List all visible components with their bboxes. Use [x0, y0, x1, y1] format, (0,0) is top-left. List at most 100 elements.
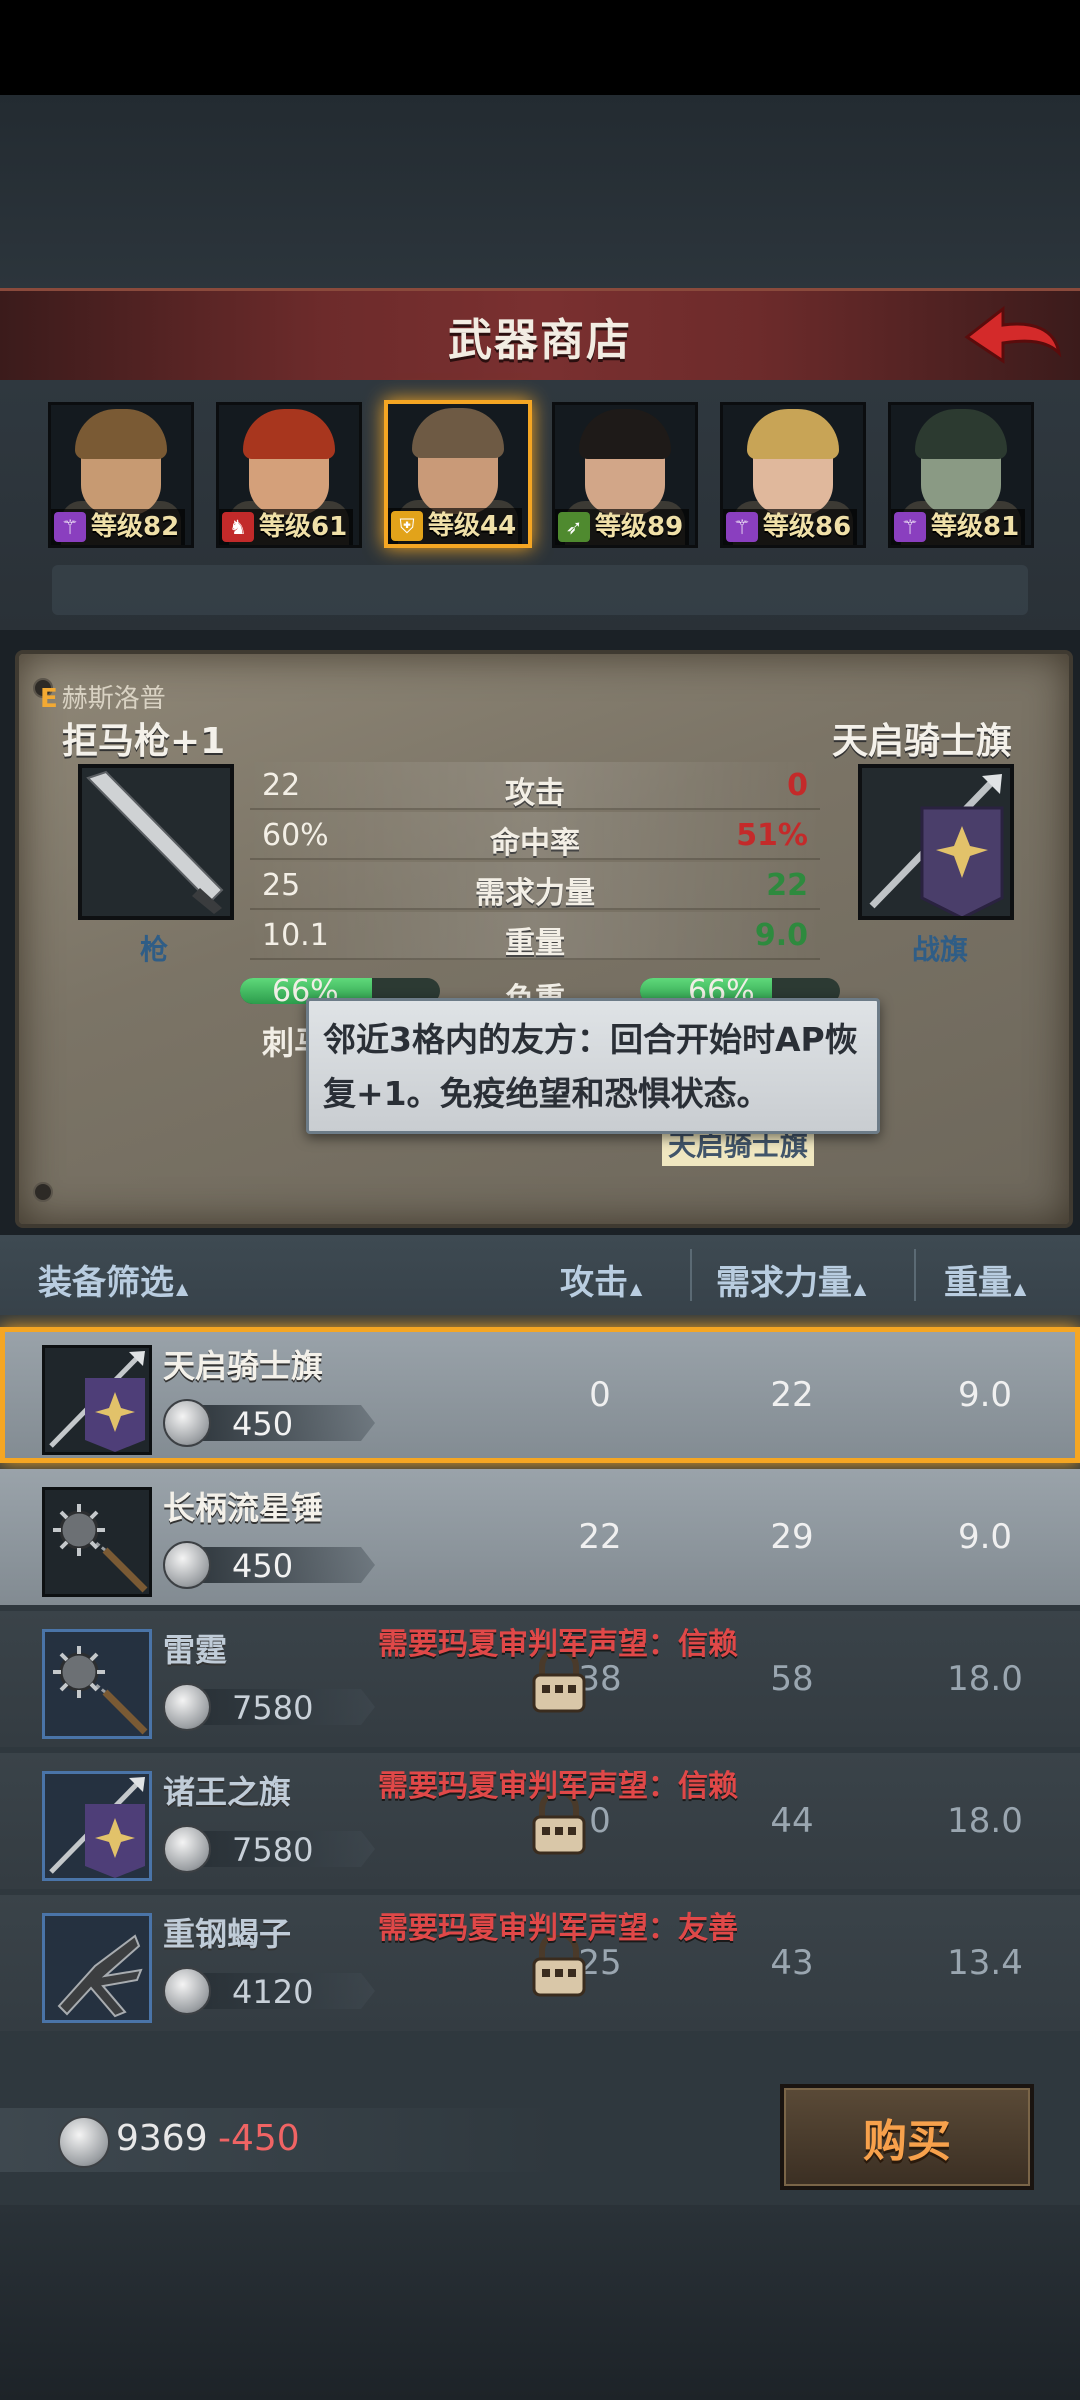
banner-icon: [869, 774, 1004, 920]
item-list[interactable]: 天启骑士旗 450 0 22 9.0 长柄流星锤 450 22 29 9.0 雷霆 7580 38 58 1…: [0, 1315, 1080, 2040]
reputation-requirement: 需要玛夏审判军声望：友善: [378, 1911, 738, 1946]
tooltip-text: 邻近3格内的友方：回合开始时AP恢复+1。免疫绝望和恐惧状态。: [323, 1020, 858, 1113]
item-price: 450: [232, 1547, 294, 1585]
silver-coin-icon: [163, 1683, 211, 1731]
hero-slot[interactable]: ⚚ 等级86: [720, 402, 866, 548]
weight-header[interactable]: 重量 ▲: [944, 1255, 1026, 1304]
spear-icon: [86, 770, 224, 914]
item-strength: 58: [770, 1659, 814, 1699]
item-attack: 0: [589, 1375, 611, 1415]
hero-name-tag: E 赫斯洛普: [40, 678, 166, 715]
item-price: 7580: [232, 1831, 314, 1869]
beast-icon: ♞: [222, 512, 254, 542]
bottom-backdrop: [0, 2205, 1080, 2400]
banner-icon: [45, 1351, 149, 1456]
silver-coin-icon: [163, 1967, 211, 2015]
status-bar: [0, 0, 1080, 95]
item-row[interactable]: 长柄流星锤 450 22 29 9.0: [0, 1469, 1080, 1605]
staff-icon: ⚚: [54, 512, 86, 542]
hero-slot[interactable]: ⚚ 等级82: [48, 402, 194, 548]
stat-right-value: 0: [787, 768, 808, 803]
sort-arrow-icon: ▲: [854, 1279, 867, 1298]
item-price: 450: [232, 1405, 294, 1443]
item-weight: 9.0: [957, 1517, 1013, 1557]
item-thumbnail: [42, 1913, 152, 2023]
item-row[interactable]: 天启骑士旗 450 0 22 9.0: [0, 1327, 1080, 1463]
stat-label: 攻击: [505, 776, 565, 811]
hero-hair: [747, 409, 839, 459]
hero-level: 等级81: [931, 512, 1020, 542]
item-weight: 9.0: [957, 1375, 1013, 1415]
item-row[interactable]: 诸王之旗 7580 0 44 18.0 需要玛夏审判军声望：信赖: [0, 1753, 1080, 1889]
item-strength: 43: [770, 1943, 814, 1983]
bow-icon: ➶: [558, 512, 590, 542]
stat-right-value: 22: [766, 868, 808, 903]
silver-coin-icon: [163, 1825, 211, 1873]
roster-info-strip: [52, 565, 1028, 615]
equipped-item-name: 拒马枪+1: [62, 721, 226, 762]
reputation-requirement: 需要玛夏审判军声望：信赖: [378, 1769, 738, 1804]
item-strength: 29: [770, 1517, 814, 1557]
shield-icon: ⛨: [391, 511, 423, 541]
title-banner: 武器商店: [0, 288, 1080, 385]
hero-hair: [243, 409, 335, 459]
back-button[interactable]: [958, 291, 1068, 381]
rivet-icon: [33, 1182, 53, 1202]
sort-arrow-icon: ▲: [176, 1279, 189, 1298]
reputation-requirement: 需要玛夏审判军声望：信赖: [378, 1627, 738, 1662]
item-weight: 18.0: [947, 1801, 1023, 1841]
silver-coin-icon: [58, 2116, 110, 2168]
item-name: 天启骑士旗: [163, 1347, 324, 1385]
hero-hair: [75, 409, 167, 459]
hero-slot[interactable]: ♞ 等级61: [216, 402, 362, 548]
header-divider: [690, 1249, 692, 1301]
item-attack: 22: [578, 1517, 622, 1557]
item-name: 诸王之旗: [163, 1773, 292, 1811]
stat-row: 22 攻击 0: [250, 762, 820, 811]
hero-hair: [915, 409, 1007, 459]
item-thumbnail: [42, 1771, 152, 1881]
hero-level: 等级61: [259, 512, 348, 542]
buy-button[interactable]: 购买: [780, 2084, 1034, 2190]
sort-arrow-icon: ▲: [1014, 1279, 1027, 1298]
weight-label: 重量: [944, 1263, 1012, 1303]
selected-item-type: 战旗: [912, 933, 969, 966]
page-title: 武器商店: [448, 315, 632, 366]
hero-hair: [412, 408, 504, 458]
item-name: 雷霆: [163, 1631, 228, 1669]
item-strength: 22: [770, 1375, 814, 1415]
item-strength: 44: [770, 1801, 814, 1841]
hero-slot[interactable]: ⚚ 等级81: [888, 402, 1034, 548]
item-row[interactable]: 重钢蝎子 4120 25 43 13.4 需要玛夏审判军声望：友善: [0, 1895, 1080, 2031]
stat-right-value: 9.0: [754, 918, 808, 953]
banner-icon: [45, 1777, 149, 1882]
selected-item-frame: [858, 764, 1014, 920]
silver-coin-icon: [163, 1541, 211, 1589]
staff-icon: ⚚: [894, 512, 926, 542]
hero-rank: E: [40, 684, 58, 714]
attack-header[interactable]: 攻击 ▲: [560, 1255, 642, 1304]
item-weight: 13.4: [947, 1943, 1023, 1983]
silver-coin-icon: [163, 1399, 211, 1447]
selected-item-name: 天启骑士旗: [832, 721, 1013, 762]
stat-label: 命中率: [490, 826, 580, 861]
item-price: 7580: [232, 1689, 314, 1727]
filter-header[interactable]: 装备筛选 ▲: [38, 1255, 188, 1304]
hero-name: 赫斯洛普: [61, 684, 166, 714]
item-thumbnail: [42, 1487, 152, 1597]
skill-tooltip: 邻近3格内的友方：回合开始时AP恢复+1。免疫绝望和恐惧状态。: [306, 998, 880, 1134]
item-name: 长柄流星锤: [163, 1489, 324, 1527]
hero-slot[interactable]: ⛨ 等级44: [384, 400, 532, 548]
hero-hair: [579, 409, 671, 459]
stat-label: 需求力量: [475, 876, 595, 911]
stat-label: 重量: [505, 926, 565, 961]
strength-header[interactable]: 需求力量 ▲: [716, 1255, 866, 1304]
hero-slot[interactable]: ➶ 等级89: [552, 402, 698, 548]
hero-roster: ⚚ 等级82 ♞ 等级61 ⛨ 等级44 ➶ 等级89 ⚚ 等级86 ⚚ 等级81: [0, 380, 1080, 630]
money-amount: 9369: [116, 2118, 208, 2159]
equipped-item-type: 枪: [140, 933, 169, 966]
item-row[interactable]: 雷霆 7580 38 58 18.0 需要玛夏审判军声望：信赖: [0, 1611, 1080, 1747]
sort-arrow-icon: ▲: [630, 1279, 643, 1298]
item-name: 重钢蝎子: [163, 1915, 292, 1953]
item-weight: 18.0: [947, 1659, 1023, 1699]
